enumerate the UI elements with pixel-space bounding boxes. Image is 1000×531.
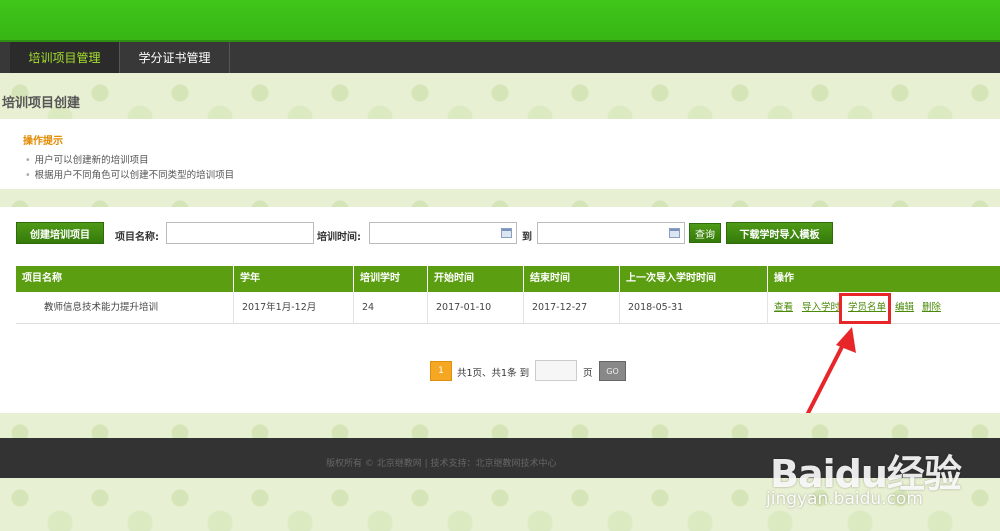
create-project-button[interactable]: 创建培训项目 [16, 222, 104, 244]
end-date-input[interactable] [537, 222, 685, 244]
project-name-input[interactable] [166, 222, 314, 244]
import-hours-link[interactable]: 导入学时 [802, 292, 842, 324]
column-header: 学年 [234, 266, 354, 292]
footer-copyright: 版权所有 © 北京继教网 | 技术支持：北京继教网技术中心 [326, 459, 557, 469]
training-time-label: 培训时间: [317, 232, 361, 243]
column-header: 结束时间 [524, 266, 620, 292]
pager-page-suffix: 页 [583, 368, 593, 379]
title-band [0, 73, 1000, 119]
delete-link[interactable]: 删除 [922, 292, 941, 324]
column-header: 操作 [774, 273, 794, 284]
column-header: 开始时间 [428, 266, 524, 292]
cell-hours: 24 [354, 292, 428, 324]
project-name-label: 项目名称: [115, 232, 159, 243]
edit-link[interactable]: 编辑 [895, 292, 914, 324]
pager-goto-input[interactable] [535, 360, 577, 381]
top-banner [0, 0, 1000, 40]
cell-end: 2017-12-27 [524, 292, 620, 324]
column-header: 培训学时 [354, 266, 428, 292]
column-header: 项目名称 [16, 266, 234, 292]
start-date-input[interactable] [369, 222, 517, 244]
cell-project-name: 教师信息技术能力提升培训 [16, 292, 234, 324]
tips-title: 操作提示 [23, 136, 63, 147]
tip-item: 根据用户不同角色可以创建不同类型的培训项目 [25, 167, 235, 181]
tips-panel: 操作提示 用户可以创建新的培训项目 根据用户不同角色可以创建不同类型的培训项目 [0, 119, 1000, 189]
page-title: 培训项目创建 [2, 96, 81, 111]
tab-credit-certificate-management[interactable]: 学分证书管理 [120, 42, 230, 73]
pager-go-button[interactable]: GO [599, 361, 626, 381]
cell-start: 2017-01-10 [428, 292, 524, 324]
watermark-url: jingyan.baidu.com [766, 489, 923, 509]
main-nav: 培训项目管理 学分证书管理 [0, 40, 1000, 73]
to-label: 到 [522, 232, 532, 243]
calendar-icon[interactable] [669, 228, 680, 238]
baidu-jingyan-watermark: Baidu经验 jingyan.baidu.com [760, 425, 1000, 525]
cell-last-import: 2018-05-31 [620, 292, 768, 324]
annotation-arrow-icon [802, 327, 856, 423]
cell-year: 2017年1月-12月 [234, 292, 354, 324]
query-button[interactable]: 查询 [689, 223, 721, 243]
highlight-box [839, 293, 891, 324]
pager-current-page[interactable]: 1 [430, 361, 452, 381]
download-template-button[interactable]: 下载学时导入模板 [726, 222, 833, 244]
table-header: 项目名称 学年 培训学时 开始时间 结束时间 上一次导入学时时间 操作 [16, 266, 1000, 292]
tab-training-project-management[interactable]: 培训项目管理 [10, 42, 120, 73]
pager-summary: 共1页、共1条 到 [457, 368, 530, 379]
view-link[interactable]: 查看 [774, 292, 793, 324]
calendar-icon[interactable] [501, 228, 512, 238]
tip-item: 用户可以创建新的培训项目 [25, 152, 149, 166]
column-header: 上一次导入学时时间 [620, 266, 768, 292]
separator-band [0, 189, 1000, 207]
